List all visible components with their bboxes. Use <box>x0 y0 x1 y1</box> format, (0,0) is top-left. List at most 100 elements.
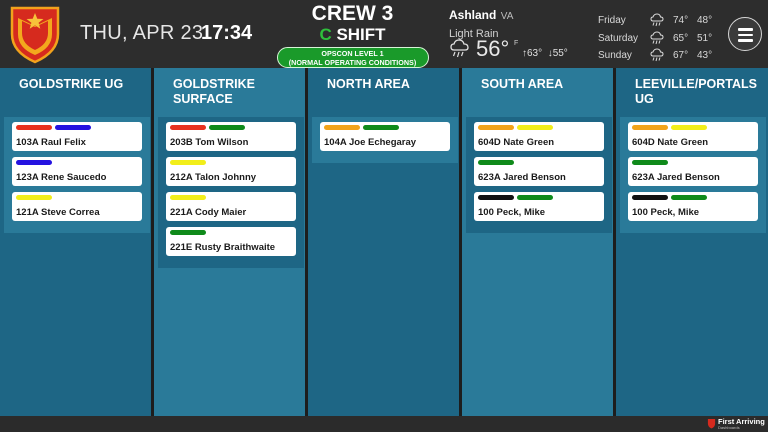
shift-word: SHIFT <box>331 25 386 44</box>
yellow-tag <box>671 125 707 130</box>
personnel-card[interactable]: 623A Jared Benson <box>628 157 758 186</box>
opscon-status-badge: OPSCON LEVEL 1 (NORMAL OPERATING CONDITI… <box>276 47 429 68</box>
shield-icon <box>707 419 716 429</box>
personnel-name: 100 Peck, Mike <box>632 207 700 218</box>
today-low: 55° <box>552 48 568 59</box>
column-title: LEEVILLE/PORTALS UG <box>635 77 757 106</box>
card-list: 104A Joe Echegaray <box>312 117 458 163</box>
personnel-card[interactable]: 604D Nate Green <box>474 122 604 151</box>
today-high: 63° <box>527 48 543 59</box>
personnel-card[interactable]: 100 Peck, Mike <box>628 192 758 221</box>
assignment-column: GOLDSTRIKE UG 103A Raul Felix 123A Rene Sa… <box>0 68 151 416</box>
current-temperature: 56° <box>476 36 510 61</box>
qualification-tags <box>170 195 209 201</box>
orange-tag <box>324 125 360 130</box>
personnel-name: 103A Raul Felix <box>16 137 86 148</box>
personnel-card[interactable]: 104A Joe Echegaray <box>320 122 450 151</box>
personnel-card[interactable]: 100 Peck, Mike <box>474 192 604 221</box>
personnel-card[interactable]: 604D Nate Green <box>628 122 758 151</box>
green-tag <box>632 160 668 165</box>
rain-cloud-icon <box>650 48 664 62</box>
blue-tag <box>16 160 52 165</box>
forecast-high: 74° <box>673 15 689 26</box>
card-list: 203B Tom Wilson 212A Talon Johnny 221A Cod… <box>158 117 304 268</box>
assignment-column: SOUTH AREA 604D Nate Green 623A Jared Bens… <box>462 68 613 416</box>
qualification-tags <box>170 160 209 166</box>
forecast-low: 48° <box>697 15 713 26</box>
rain-cloud-icon <box>450 39 469 58</box>
footer-bar: First Arriving Dashboards <box>0 416 768 432</box>
column-title: NORTH AREA <box>327 77 410 91</box>
personnel-name: 121A Steve Correa <box>16 207 100 218</box>
personnel-card[interactable]: 212A Talon Johnny <box>166 157 296 186</box>
green-tag <box>671 195 707 200</box>
forecast-list: Friday 74° 48° Saturday 65° 51° Sunday 6… <box>598 13 718 66</box>
personnel-card[interactable]: 121A Steve Correa <box>12 192 142 221</box>
qualification-tags <box>632 125 710 131</box>
yellow-tag <box>517 125 553 130</box>
card-list: 604D Nate Green 623A Jared Benson 100 Peck… <box>620 117 766 233</box>
forecast-high: 67° <box>673 50 689 61</box>
forecast-day: Saturday <box>598 32 639 44</box>
personnel-name: 623A Jared Benson <box>478 172 566 183</box>
personnel-name: 212A Talon Johnny <box>170 172 257 183</box>
qualification-tags <box>170 230 209 236</box>
red-tag <box>170 125 206 130</box>
qualification-tags <box>478 195 556 201</box>
qualification-tags <box>16 125 94 131</box>
personnel-name: 623A Jared Benson <box>632 172 720 183</box>
personnel-card[interactable]: 203B Tom Wilson <box>166 122 296 151</box>
yellow-tag <box>16 195 52 200</box>
black-tag <box>632 195 668 200</box>
brand-logo: First Arriving Dashboards <box>706 417 766 431</box>
personnel-name: 604D Nate Green <box>632 137 709 148</box>
weather-state: VA <box>500 11 514 22</box>
opscon-level: OPSCON LEVEL 1 <box>321 49 384 58</box>
personnel-card[interactable]: 221E Rusty Braithwaite <box>166 227 296 256</box>
blue-tag <box>55 125 91 130</box>
green-tag <box>209 125 245 130</box>
forecast-row: Saturday 65° 51° <box>598 30 718 49</box>
qualification-tags <box>632 160 671 166</box>
yellow-tag <box>170 195 206 200</box>
red-tag <box>16 125 52 130</box>
green-tag <box>170 230 206 235</box>
forecast-row: Friday 74° 48° <box>598 13 718 31</box>
assignment-column: GOLDSTRIKE SURFACE 203B Tom Wilson 212A Ta… <box>154 68 305 416</box>
current-time: 17:34 <box>201 22 253 44</box>
rain-cloud-icon <box>650 30 664 44</box>
assignment-column: NORTH AREA 104A Joe Echegaray <box>308 68 459 416</box>
forecast-day: Friday <box>598 15 626 26</box>
green-tag <box>363 125 399 130</box>
forecast-high: 65° <box>673 32 689 44</box>
forecast-day: Sunday <box>598 50 632 61</box>
temperature-unit: F <box>514 40 519 47</box>
orange-tag <box>478 125 514 130</box>
personnel-card[interactable]: 123A Rene Saucedo <box>12 157 142 186</box>
personnel-name: 221E Rusty Braithwaite <box>170 242 276 253</box>
weather-city: Ashland <box>449 8 497 22</box>
forecast-row: Sunday 67° 43° <box>598 48 718 66</box>
black-tag <box>478 195 514 200</box>
qualification-tags <box>170 125 248 131</box>
department-badge-logo <box>10 6 60 64</box>
personnel-card[interactable]: 103A Raul Felix <box>12 122 142 151</box>
personnel-name: 104A Joe Echegaray <box>324 137 417 148</box>
personnel-card[interactable]: 221A Cody Maier <box>166 192 296 221</box>
current-date: THU, APR 23 <box>80 22 204 44</box>
rain-cloud-icon <box>650 13 664 27</box>
menu-button[interactable] <box>728 17 762 51</box>
orange-tag <box>632 125 668 130</box>
personnel-card[interactable]: 623A Jared Benson <box>474 157 604 186</box>
hamburger-icon-line <box>738 28 753 31</box>
today-high-low: ↑63° ↓55° <box>522 48 568 59</box>
column-title: GOLDSTRIKE SURFACE <box>173 77 255 106</box>
hamburger-icon-line <box>738 33 753 36</box>
column-title: GOLDSTRIKE UG <box>19 77 124 91</box>
personnel-name: 221A Cody Maier <box>170 207 247 218</box>
qualification-tags <box>478 125 556 131</box>
assignment-board: GOLDSTRIKE UG 103A Raul Felix 123A Rene Sa… <box>0 68 768 416</box>
qualification-tags <box>324 125 402 131</box>
yellow-tag <box>170 160 206 165</box>
top-bar: THU, APR 23 17:34 CREW 3 C SHIFT OPSCON … <box>0 0 768 68</box>
